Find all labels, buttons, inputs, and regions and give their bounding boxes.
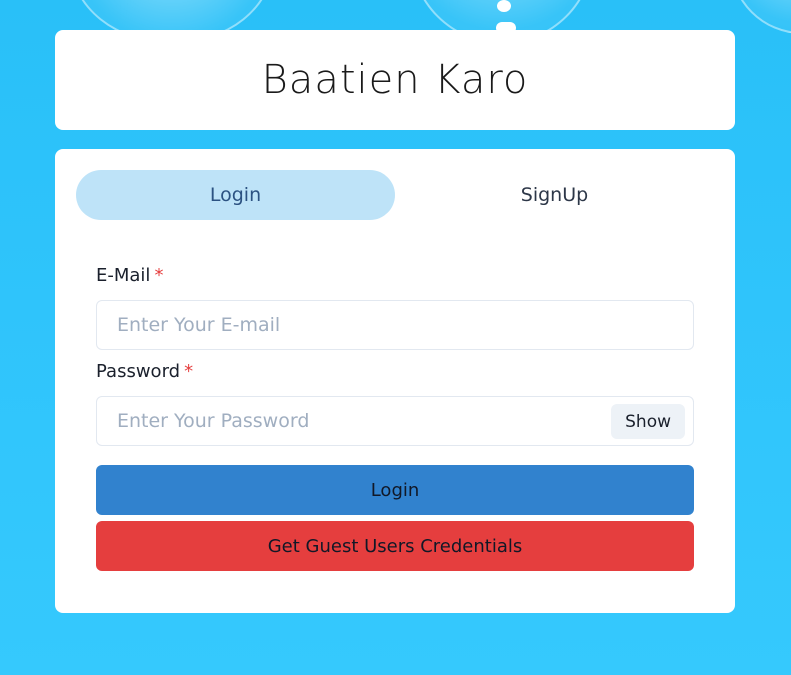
guest-credentials-button[interactable]: Get Guest Users Credentials — [96, 521, 694, 571]
email-field[interactable] — [97, 301, 693, 349]
tab-signup[interactable]: SignUp — [395, 170, 714, 220]
login-form: E-Mail* Password* Show Login Get Guest U… — [96, 264, 694, 571]
login-button[interactable]: Login — [96, 465, 694, 515]
required-mark: * — [184, 361, 194, 382]
password-label: Password * — [96, 360, 694, 384]
auth-card: Login SignUp E-Mail* Password* Show Logi… — [55, 149, 735, 613]
email-label-text: E-Mail — [96, 265, 151, 286]
auth-tabs: Login SignUp — [76, 170, 714, 220]
bubble-decoration — [730, 0, 791, 34]
app-title: Baatien Karo — [261, 57, 529, 103]
password-field-wrapper: Show — [96, 396, 694, 446]
password-label-text: Password — [96, 361, 181, 382]
email-label: E-Mail * — [96, 264, 694, 288]
bubble-highlight — [497, 0, 511, 12]
header-card: Baatien Karo — [55, 30, 735, 130]
password-field[interactable] — [97, 397, 693, 445]
tab-login[interactable]: Login — [76, 170, 395, 220]
required-mark: * — [154, 265, 164, 286]
show-password-button[interactable]: Show — [611, 404, 685, 439]
email-field-wrapper — [96, 300, 694, 350]
